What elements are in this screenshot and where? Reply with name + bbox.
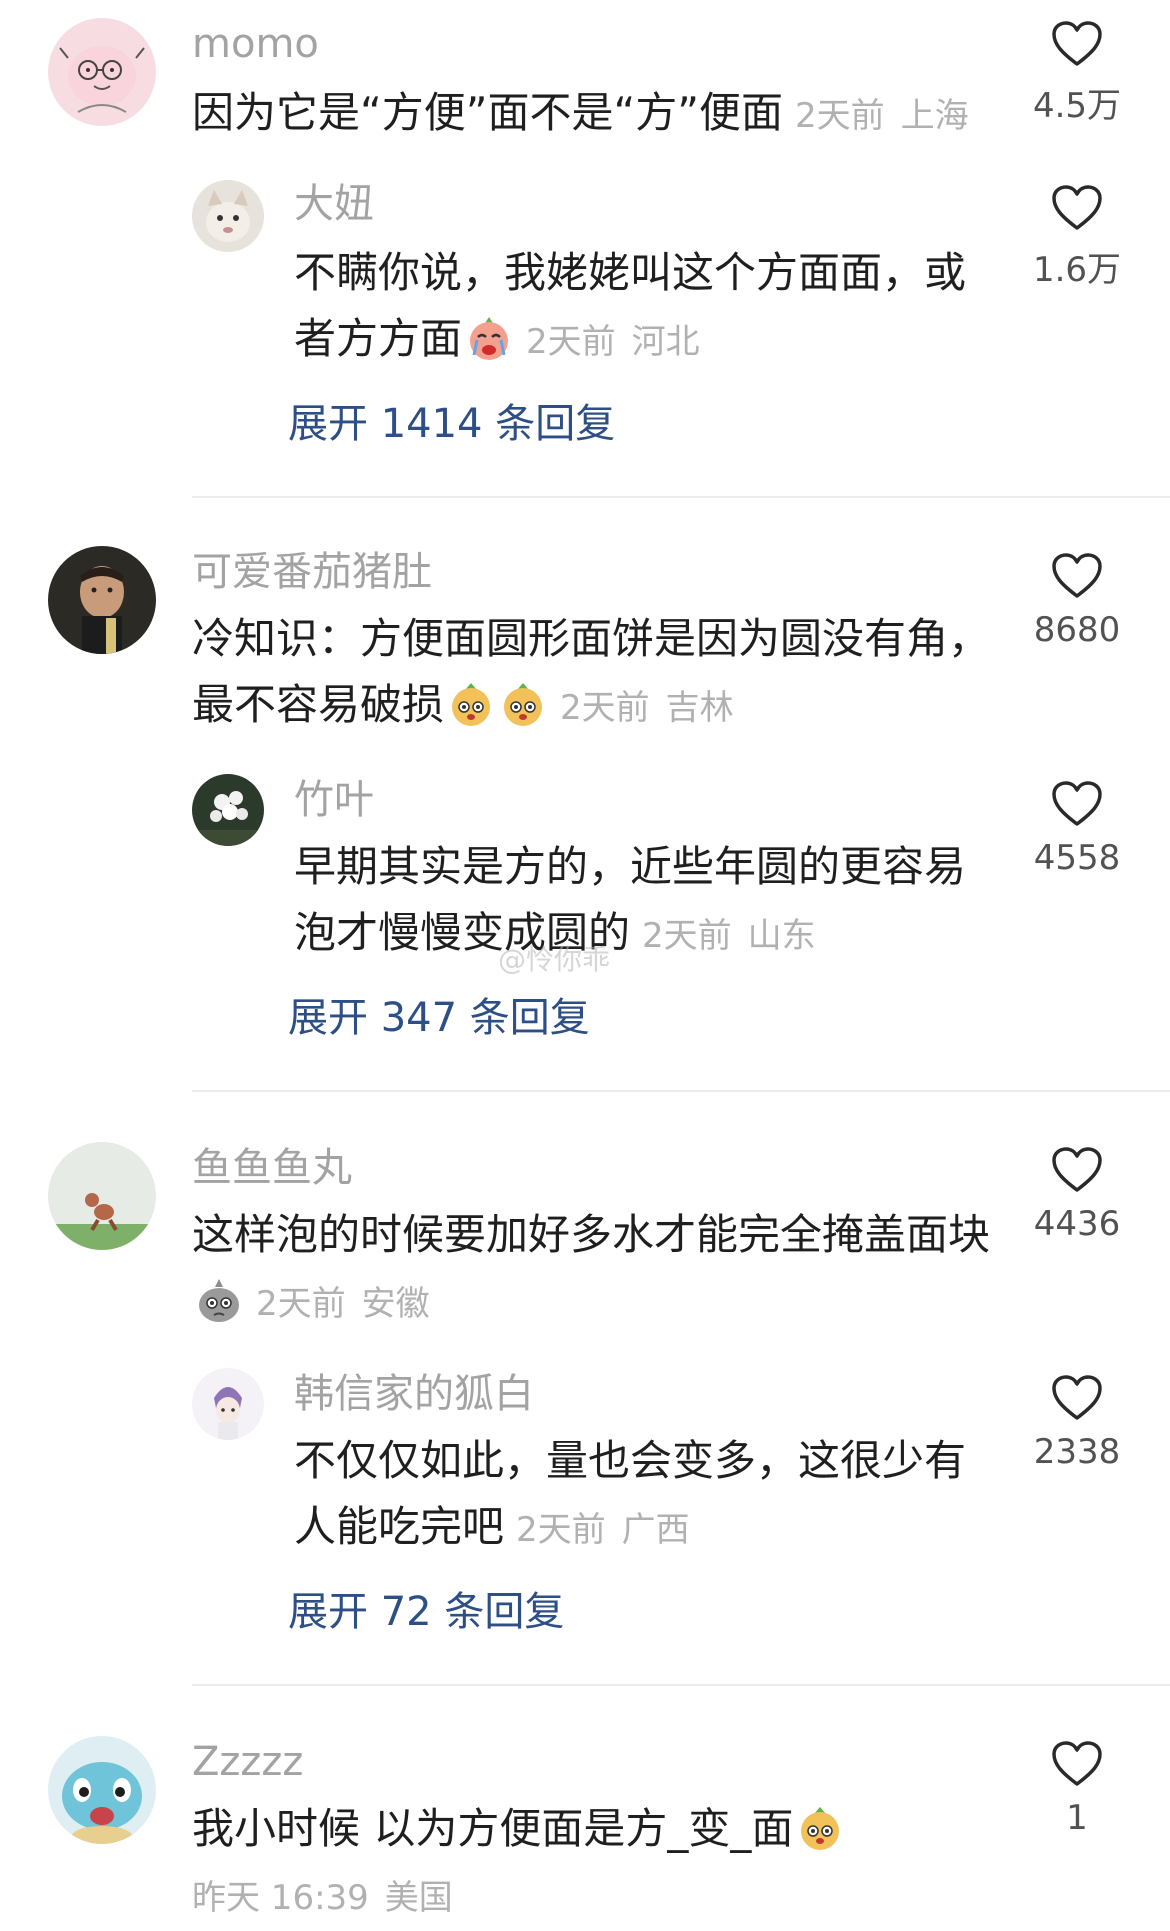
like-button[interactable]: 4436 <box>1012 1146 1142 1244</box>
comment-location: 安徽 <box>361 1284 430 1324</box>
reply-meta: 2天前 河北 <box>526 322 700 362</box>
comment-time: 2天前 <box>795 96 885 136</box>
peach-face-emoji-icon <box>446 679 496 748</box>
comment-text: 因为它是“方便”面不是“方”便面 2天前 上海 <box>192 80 1012 149</box>
comment-meta: 昨天 16:39 美国 <box>192 1878 453 1918</box>
divider <box>192 1684 1170 1686</box>
comment-body: 我小时候 以为方便面是方_变_面 <box>192 1804 794 1853</box>
heart-outline-icon <box>1052 185 1102 230</box>
like-button[interactable]: 4.5万 <box>1012 20 1142 127</box>
avatar-momo[interactable] <box>48 18 156 126</box>
like-button[interactable]: 4558 <box>1012 780 1142 878</box>
comment-meta: 2天前 安徽 <box>256 1284 430 1324</box>
reply-meta: 2天前 广西 <box>516 1510 690 1550</box>
divider <box>192 1090 1170 1092</box>
like-button[interactable]: 2338 <box>1012 1374 1142 1472</box>
reply-time: 2天前 <box>642 916 732 956</box>
avatar-daniu[interactable] <box>192 180 264 252</box>
reply-body: 早期其实是方的，近些年圆的更容易泡才慢慢变成圆的 <box>294 842 967 957</box>
comment-time: 2天前 <box>256 1284 346 1324</box>
reply-meta: 2天前 山东 <box>642 916 816 956</box>
reply-text: 不瞒你说，我姥姥叫这个方面面，或者方方面 2天前 河北 <box>294 240 994 382</box>
comment-text: 我小时候 以为方便面是方_变_面 <box>192 1796 1022 1872</box>
comment-location: 美国 <box>384 1878 453 1918</box>
comment-time: 2天前 <box>560 688 650 728</box>
reply-author-name[interactable]: 大妞 <box>294 180 374 228</box>
heart-outline-icon <box>1052 781 1102 826</box>
heart-outline-icon <box>1052 553 1102 598</box>
comment-location: 上海 <box>900 96 969 136</box>
like-count: 2338 <box>1033 1432 1121 1472</box>
reply-location: 河北 <box>631 322 700 362</box>
reply-time: 2天前 <box>516 1510 606 1550</box>
expand-replies-link[interactable]: 展开 347 条回复 <box>288 994 590 1042</box>
watermark: @怜你乖 <box>498 943 611 976</box>
reply-location: 山东 <box>747 916 816 956</box>
avatar-hanxin[interactable] <box>192 1368 264 1440</box>
peach-face-emoji-icon <box>498 679 548 748</box>
like-count: 1.6万 <box>1032 250 1122 290</box>
like-count: 8680 <box>1033 610 1121 650</box>
comment-time: 昨天 16:39 <box>192 1878 369 1918</box>
avatar-yuyuyuwan[interactable] <box>48 1142 156 1250</box>
reply-time: 2天前 <box>526 322 616 362</box>
heart-outline-icon <box>1052 21 1102 66</box>
heart-outline-icon <box>1052 1147 1102 1192</box>
crying-emoji-icon <box>464 313 514 382</box>
reply-text: 早期其实是方的，近些年圆的更容易泡才慢慢变成圆的 2天前 山东 <box>294 834 994 969</box>
comment-text: 这样泡的时候要加好多水才能完全掩盖面块 2天前 安徽 <box>192 1202 1022 1344</box>
like-count: 1 <box>1066 1798 1088 1838</box>
comment-meta: 2天前 上海 <box>795 96 969 136</box>
comment-location: 吉林 <box>665 688 734 728</box>
expand-replies-link[interactable]: 展开 72 条回复 <box>288 1588 564 1636</box>
avatar-zzzzz[interactable] <box>48 1736 156 1844</box>
avatar-tomato[interactable] <box>48 546 156 654</box>
like-count: 4436 <box>1033 1204 1121 1244</box>
expand-replies-link[interactable]: 展开 1414 条回复 <box>288 400 615 448</box>
commenter-name[interactable]: Zzzzz <box>192 1738 303 1786</box>
commenter-name[interactable]: 鱼鱼鱼丸 <box>192 1144 352 1192</box>
gray-blob-emoji-icon <box>194 1275 244 1344</box>
like-count: 4.5万 <box>1032 86 1122 126</box>
reply-text: 不仅仅如此，量也会变多，这很少有人能吃完吧 2天前 广西 <box>294 1428 994 1563</box>
like-button[interactable]: 1 <box>1012 1740 1142 1838</box>
commenter-name[interactable]: 可爱番茄猪肚 <box>192 548 432 596</box>
divider <box>192 496 1170 498</box>
like-button[interactable]: 1.6万 <box>1012 184 1142 291</box>
reply-author-name[interactable]: 竹叶 <box>294 776 374 824</box>
like-count: 4558 <box>1033 838 1121 878</box>
reply-location: 广西 <box>621 1510 690 1550</box>
comment-body: 这样泡的时候要加好多水才能完全掩盖面块 <box>192 1210 991 1259</box>
like-button[interactable]: 8680 <box>1012 552 1142 650</box>
heart-outline-icon <box>1052 1375 1102 1420</box>
comment-text: 冷知识：方便面圆形面饼是因为圆没有角，最不容易破损 2天前 吉林 <box>192 606 1012 748</box>
avatar-zhuye[interactable] <box>192 774 264 846</box>
comment-meta-line: 昨天 16:39 美国 <box>192 1862 892 1931</box>
comment-body: 因为它是“方便”面不是“方”便面 <box>192 88 784 137</box>
comment-meta: 2天前 吉林 <box>560 688 734 728</box>
reply-author-name[interactable]: 韩信家的狐白 <box>294 1370 534 1418</box>
heart-outline-icon <box>1052 1741 1102 1786</box>
commenter-name[interactable]: momo <box>192 20 319 68</box>
